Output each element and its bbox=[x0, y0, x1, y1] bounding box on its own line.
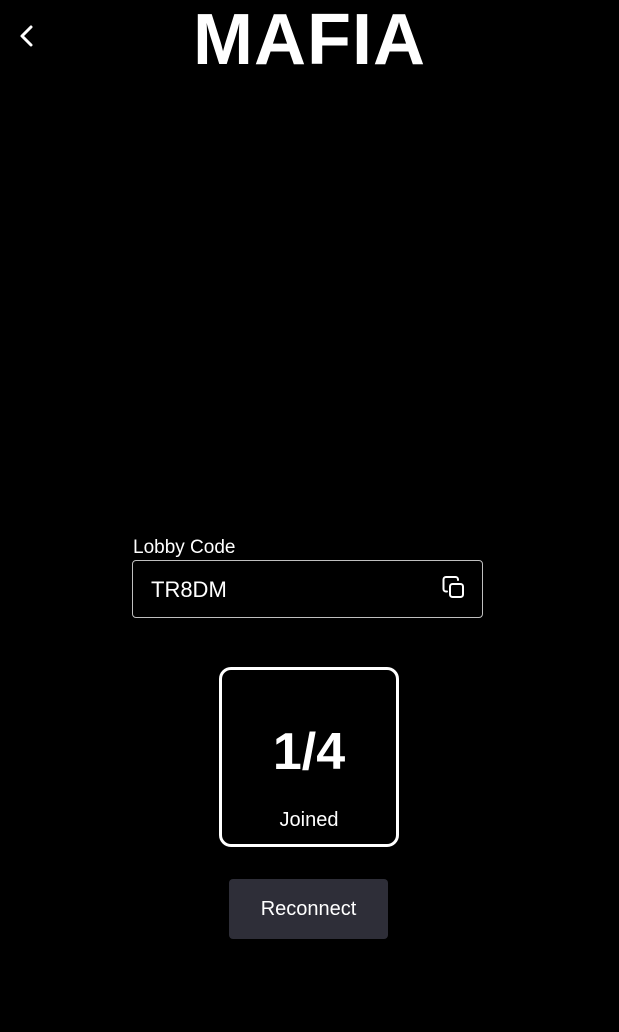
players-joined-label: Joined bbox=[279, 809, 339, 831]
reconnect-button[interactable]: Reconnect bbox=[229, 879, 388, 939]
copy-code-button[interactable] bbox=[440, 575, 468, 606]
lobby-code-field[interactable]: TR8DM bbox=[132, 560, 483, 618]
lobby-code-value: TR8DM bbox=[151, 577, 227, 602]
players-joined-card: 1/4 Joined bbox=[219, 667, 399, 847]
copy-icon bbox=[441, 575, 467, 606]
players-count: 1/4 bbox=[272, 723, 346, 781]
app-title: MAFIA bbox=[193, 0, 426, 80]
lobby-code-label: Lobby Code bbox=[133, 537, 236, 558]
